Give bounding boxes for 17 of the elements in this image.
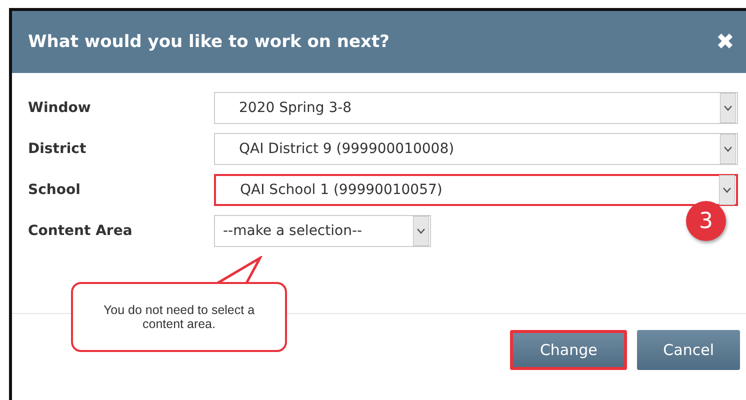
field-label: District xyxy=(28,141,88,157)
caret-icon xyxy=(720,134,736,164)
caret-icon xyxy=(720,93,736,123)
caret-icon xyxy=(413,216,429,246)
dropdown-field[interactable]: --make a selection-- xyxy=(214,215,431,247)
dropdown-field[interactable]: QAI School 1 (99990010057) xyxy=(214,174,738,206)
step-badge: 3 xyxy=(686,201,726,241)
dropdown-field[interactable]: 2020 Spring 3-8 xyxy=(214,92,738,124)
dropdown-field[interactable]: QAI District 9 (999900010008) xyxy=(214,133,738,165)
field-label: Content Area xyxy=(28,223,134,239)
field-label: Window xyxy=(28,100,92,116)
caret-icon xyxy=(719,175,735,205)
dialog-button[interactable]: Cancel xyxy=(637,330,740,370)
field-label: School xyxy=(28,182,82,198)
dialog-title: What would you like to work on next? xyxy=(28,32,390,52)
close-button[interactable]: ✖ xyxy=(716,29,734,55)
dialog-button[interactable]: Change xyxy=(510,330,628,370)
